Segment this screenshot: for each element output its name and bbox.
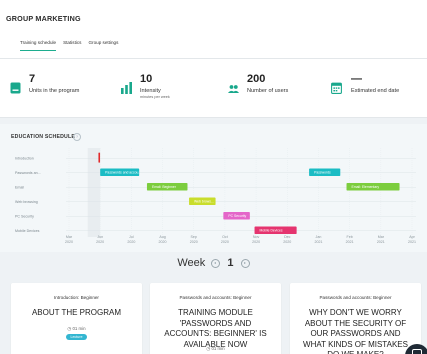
month-tick-label: Jan — [316, 235, 322, 239]
lesson-card-2[interactable]: Passwords and accounts: Beginner TRAININ… — [150, 283, 281, 354]
year-tick-label: 2021 — [408, 240, 416, 244]
card-title: WHY DON'T WE WORRY ABOUT THE SECURITY OF… — [303, 308, 408, 354]
card-topic: Introduction: Beginner — [54, 295, 99, 300]
schedule-row-label: Email — [15, 186, 24, 190]
users-icon — [228, 85, 239, 93]
card-duration: ◷ 01 min — [206, 346, 225, 351]
card-duration: ◷ 01 min — [67, 326, 86, 331]
header: GROUP MARKETING Training schedule Statis… — [0, 0, 427, 59]
schedule-row-label: Web browsing — [15, 200, 38, 204]
tab-bar: Training schedule Statistics Group setti… — [20, 40, 118, 51]
schedule-bar-label: Email: Beginner — [152, 185, 177, 189]
current-unit-marker — [98, 152, 101, 163]
past-period-band — [87, 148, 101, 237]
card-topic: Passwords and accounts: Beginner — [179, 295, 252, 300]
year-tick-label: 2021 — [377, 240, 385, 244]
year-tick-label: 2020 — [252, 240, 260, 244]
lesson-card-3[interactable]: Passwords and accounts: Beginner WHY DON… — [290, 283, 421, 354]
card-title: ABOUT THE PROGRAM — [31, 308, 122, 317]
stats-panel: 7 Units in the program 10 Intensity minu… — [0, 59, 427, 118]
schedule-bar-label: Mobile Devices — [260, 229, 283, 233]
year-tick-label: 2020 — [221, 240, 229, 244]
month-tick-label: Mar — [378, 235, 385, 239]
schedule-bar-label: Web brows... — [194, 200, 214, 204]
year-tick-label: 2021 — [314, 240, 322, 244]
year-tick-label: 2021 — [346, 240, 354, 244]
page-title: GROUP MARKETING — [6, 14, 81, 23]
stat-end-date-value: — — [351, 73, 362, 85]
document-icon — [10, 82, 21, 94]
stat-end-date-label: Estimated end date — [351, 88, 400, 94]
schedule-row-label: Introduction — [15, 157, 34, 161]
month-tick-label: Oct — [222, 235, 228, 239]
stat-intensity-value: 10 — [140, 73, 153, 85]
prev-week-icon[interactable] — [211, 258, 221, 268]
year-tick-label: 2020 — [96, 240, 104, 244]
month-tick-label: Feb — [347, 235, 353, 239]
schedule-bar-label: Passwords and accou... — [105, 171, 141, 175]
month-tick-label: Sep — [191, 235, 197, 239]
stat-intensity-label: Intensity — [140, 88, 161, 94]
month-tick-label: Dec — [284, 235, 291, 239]
tab-training-schedule[interactable]: Training schedule — [20, 40, 57, 51]
stat-units-value: 7 — [29, 73, 36, 85]
year-tick-label: 2020 — [283, 240, 291, 244]
week-number: 1 — [227, 257, 234, 270]
lecture-badge: Lecture — [66, 334, 87, 340]
lesson-card-1[interactable]: Introduction: Beginner ABOUT THE PROGRAM… — [11, 283, 142, 354]
card-title: TRAINING MODULE 'PASSWORDS AND ACCOUNTS:… — [164, 308, 267, 349]
week-navigator: Week 1 — [0, 257, 427, 269]
bar-chart-icon — [121, 82, 132, 94]
education-schedule: EDUCATION SCHEDULE ? Introduction Passwor… — [0, 124, 427, 252]
card-topic: Passwords and accounts: Beginner — [319, 295, 392, 300]
month-tick-label: Jul — [129, 235, 134, 239]
month-tick-label: Nov — [253, 235, 260, 239]
page: GROUP MARKETING Training schedule Statis… — [0, 0, 427, 354]
month-tick-label: Aug — [159, 235, 165, 239]
next-week-icon[interactable] — [240, 258, 250, 268]
stat-intensity-sub: minutes per week — [140, 95, 170, 99]
year-tick-label: 2020 — [190, 240, 198, 244]
stat-units-label: Units in the program — [29, 88, 80, 94]
schedule-row-label: Passwords an... — [15, 171, 41, 175]
year-tick-label: 2020 — [159, 240, 167, 244]
schedule-gantt: Introduction Passwords an... Email Web brow… — [15, 148, 416, 244]
calendar-icon — [331, 82, 342, 94]
schedule-row-label: Mobile Devices — [15, 229, 40, 233]
tab-group-settings[interactable]: Group settings — [88, 40, 118, 51]
month-tick-label: Apr — [409, 235, 415, 239]
schedule-bar-label: Passwords — [314, 171, 331, 175]
stat-users-label: Number of users — [247, 88, 289, 94]
week-label: Week — [177, 257, 206, 270]
tab-statistics[interactable]: Statistics — [63, 40, 81, 51]
year-tick-label: 2020 — [65, 240, 73, 244]
month-tick-label: Jun — [97, 235, 103, 239]
stat-users-value: 200 — [247, 73, 266, 85]
schedule-row-label: PC Security — [15, 215, 34, 219]
schedule-bar-label: Email: Elementary — [352, 185, 380, 189]
year-tick-label: 2020 — [127, 240, 135, 244]
schedule-bar-label: PC Security — [228, 214, 246, 218]
month-tick-label: Mar — [66, 235, 73, 239]
